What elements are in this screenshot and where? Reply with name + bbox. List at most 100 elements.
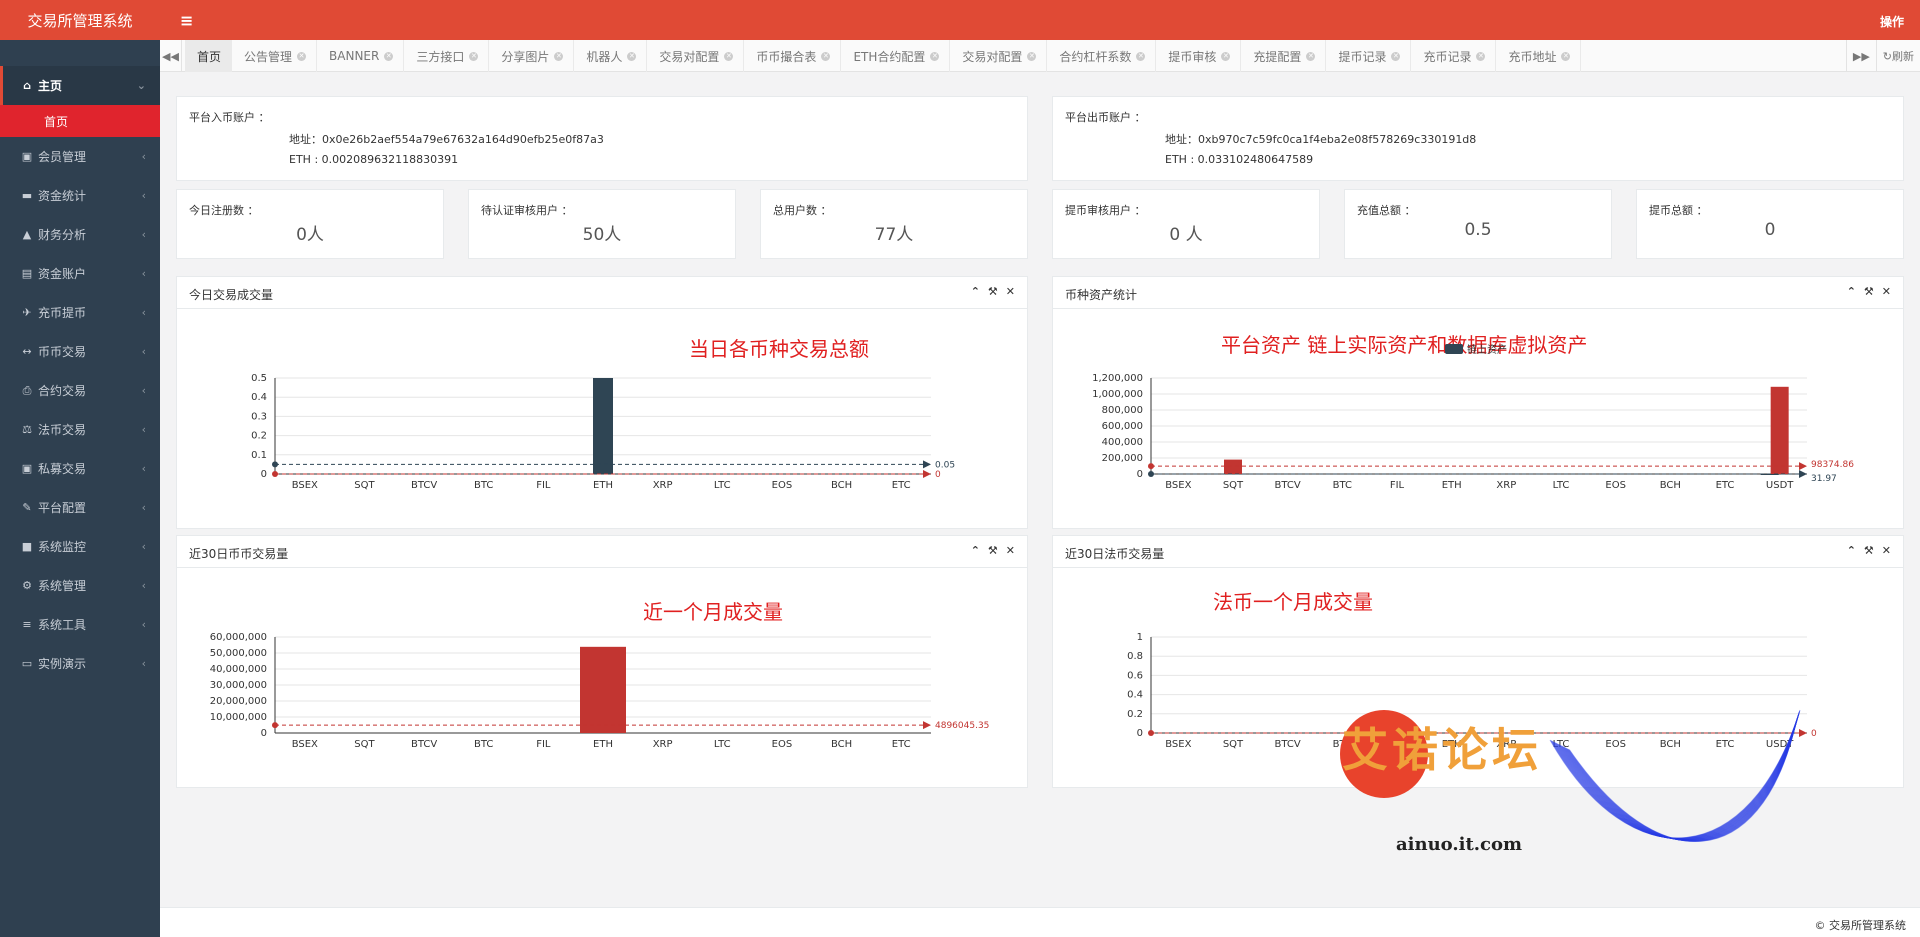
tab-close-icon[interactable]: ✕ bbox=[724, 51, 734, 61]
tab-close-icon[interactable]: ✕ bbox=[297, 51, 307, 61]
tab-7[interactable]: 币币撮合表 ✕ bbox=[744, 40, 842, 72]
tab-close-icon[interactable]: ✕ bbox=[1476, 51, 1486, 61]
x-tick-label: ETC bbox=[892, 480, 911, 491]
tab-14[interactable]: 充币记录 ✕ bbox=[1411, 40, 1497, 72]
swoosh-stroke bbox=[1556, 716, 1799, 840]
sidebar-item-label: 实例演示 bbox=[38, 657, 87, 671]
sidebar-item-10[interactable]: ✎ 平台配置 ‹ bbox=[0, 488, 160, 527]
tab-close-icon[interactable]: ✕ bbox=[1561, 51, 1571, 61]
tab-close-icon[interactable]: ✕ bbox=[1306, 51, 1316, 61]
chevron-down-icon: ⌄ bbox=[136, 79, 146, 92]
menu-toggle-icon[interactable]: ≡ bbox=[180, 11, 193, 30]
list-icon: ≡ bbox=[22, 618, 32, 631]
tab-scroll-left-icon[interactable]: ◀◀ bbox=[160, 40, 182, 72]
account-title: 平台出币账户 ： bbox=[1065, 111, 1146, 124]
sidebar-item-home[interactable]: ⌂ 主页 ⌄ bbox=[0, 66, 160, 105]
tab-15[interactable]: 充币地址 ✕ bbox=[1496, 40, 1582, 72]
sidebar-item-7[interactable]: ⎙ 合约交易 ‹ bbox=[0, 371, 160, 410]
sidebar-item-11[interactable]: ■ 系统监控 ‹ bbox=[0, 527, 160, 566]
sidebar-item-12[interactable]: ⚙ 系统管理 ‹ bbox=[0, 566, 160, 605]
sidebar-item-9[interactable]: ▣ 私募交易 ‹ bbox=[0, 449, 160, 488]
sidebar-item-4[interactable]: ▤ 资金账户 ‹ bbox=[0, 254, 160, 293]
tab-scroll-right-icon[interactable]: ▶▶ bbox=[1845, 40, 1876, 72]
chevron-left-icon: ‹ bbox=[141, 306, 146, 319]
collapse-icon[interactable]: ⌃ bbox=[971, 544, 980, 557]
swoosh-stroke bbox=[1567, 727, 1796, 842]
tab-11[interactable]: 提币审核 ✕ bbox=[1156, 40, 1242, 72]
y-tick-label: 1 bbox=[1137, 632, 1143, 643]
tab-0[interactable]: 首页 bbox=[185, 40, 233, 72]
sidebar-item-label: 平台配置 bbox=[38, 501, 87, 515]
swoosh-stroke bbox=[1557, 717, 1799, 840]
sidebar-item-14[interactable]: ▭ 实例演示 ‹ bbox=[0, 644, 160, 683]
collapse-icon[interactable]: ⌃ bbox=[1847, 285, 1856, 298]
wrench-icon[interactable]: ⚒ bbox=[1864, 285, 1874, 298]
sidebar-item-label: 私募交易 bbox=[38, 462, 87, 476]
close-icon[interactable]: ✕ bbox=[1882, 544, 1891, 557]
refresh-button[interactable]: ↻ 刷新 bbox=[1875, 40, 1920, 72]
account-address: 地址：0x0e26b2aef554a79e67632a164d90efb25e0… bbox=[289, 133, 604, 146]
wrench-icon[interactable]: ⚒ bbox=[988, 285, 998, 298]
wrench-icon[interactable]: ⚒ bbox=[988, 544, 998, 557]
mark-line-label: 4896045.35 bbox=[935, 721, 989, 731]
close-icon[interactable]: ✕ bbox=[1006, 544, 1015, 557]
sidebar-item-1[interactable]: ▣ 会员管理 ‹ bbox=[0, 137, 160, 176]
sidebar-item-13[interactable]: ≡ 系统工具 ‹ bbox=[0, 605, 160, 644]
account-title: 平台入币账户 ： bbox=[189, 111, 270, 124]
y-tick-label: 0 bbox=[1137, 469, 1143, 480]
stat-card: 提币总额 ： 0 bbox=[1636, 189, 1904, 259]
wrench-icon[interactable]: ⚒ bbox=[1864, 544, 1874, 557]
stat-card: 充值总额 ： 0.5 bbox=[1344, 189, 1612, 259]
collapse-icon[interactable]: ⌃ bbox=[971, 285, 980, 298]
tab-6[interactable]: 交易对配置 ✕ bbox=[647, 40, 745, 72]
x-tick-label: ETH bbox=[593, 480, 613, 491]
tab-13[interactable]: 提币记录 ✕ bbox=[1326, 40, 1412, 72]
swoosh-stroke bbox=[1565, 725, 1796, 842]
tab-close-icon[interactable]: ✕ bbox=[384, 51, 394, 61]
x-tick-label: BSEX bbox=[292, 480, 318, 491]
tab-close-icon[interactable]: ✕ bbox=[930, 51, 940, 61]
sidebar-item-3[interactable]: ▲ 财务分析 ‹ bbox=[0, 215, 160, 254]
swoosh-stroke bbox=[1564, 724, 1797, 842]
mark-line-arrow bbox=[1799, 469, 1807, 478]
tab-close-icon[interactable]: ✕ bbox=[469, 51, 479, 61]
close-icon[interactable]: ✕ bbox=[1882, 285, 1891, 298]
tab-3[interactable]: 三方接口 ✕ bbox=[404, 40, 490, 72]
bar bbox=[580, 646, 626, 733]
tab-close-icon[interactable]: ✕ bbox=[1221, 51, 1231, 61]
tab-1[interactable]: 公告管理 ✕ bbox=[232, 40, 318, 72]
tab-close-icon[interactable]: ✕ bbox=[1391, 51, 1401, 61]
tab-10[interactable]: 合约杠杆系数 ✕ bbox=[1047, 40, 1157, 72]
close-icon[interactable]: ✕ bbox=[1006, 285, 1015, 298]
x-tick-label: EOS bbox=[772, 480, 793, 491]
chevron-left-icon: ‹ bbox=[141, 228, 146, 241]
tab-close-icon[interactable]: ✕ bbox=[821, 51, 831, 61]
sidebar-item-5[interactable]: ✈ 充币提币 ‹ bbox=[0, 293, 160, 332]
y-tick-label: 200,000 bbox=[1102, 453, 1143, 464]
operations-menu[interactable]: 操作 bbox=[1880, 13, 1904, 30]
legend-swatch bbox=[1445, 344, 1463, 354]
tab-close-icon[interactable]: ✕ bbox=[1027, 51, 1037, 61]
tab-12[interactable]: 充提配置 ✕ bbox=[1241, 40, 1327, 72]
swoosh-stroke bbox=[1557, 717, 1799, 840]
tab-close-icon[interactable]: ✕ bbox=[627, 51, 637, 61]
chevron-left-icon: ‹ bbox=[141, 579, 146, 592]
tab-2[interactable]: BANNER ✕ bbox=[317, 40, 405, 72]
collapse-icon[interactable]: ⌃ bbox=[1847, 544, 1856, 557]
sidebar-subitem-homepage[interactable]: 首页 bbox=[0, 105, 160, 137]
sidebar-item-8[interactable]: ⚖ 法币交易 ‹ bbox=[0, 410, 160, 449]
swoosh-stroke bbox=[1554, 714, 1799, 840]
top-bar: ≡ 操作 bbox=[160, 0, 1920, 40]
stat-label: 今日注册数 ： bbox=[189, 204, 259, 217]
tab-8[interactable]: ETH合约配置 ✕ bbox=[841, 40, 951, 72]
stat-value: 0人 bbox=[296, 225, 324, 245]
tab-close-icon[interactable]: ✕ bbox=[1136, 51, 1146, 61]
sidebar-item-2[interactable]: ▬ 资金统计 ‹ bbox=[0, 176, 160, 215]
sidebar-item-6[interactable]: ↔ 币币交易 ‹ bbox=[0, 332, 160, 371]
swoosh-stroke bbox=[1552, 712, 1800, 839]
tab-4[interactable]: 分享图片 ✕ bbox=[489, 40, 575, 72]
x-tick-label: LTC bbox=[714, 480, 731, 491]
tab-close-icon[interactable]: ✕ bbox=[554, 51, 564, 61]
tab-5[interactable]: 机器人 ✕ bbox=[574, 40, 648, 72]
tab-9[interactable]: 交易对配置 ✕ bbox=[950, 40, 1048, 72]
